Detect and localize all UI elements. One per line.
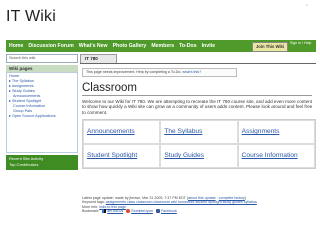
delicious-icon[interactable] xyxy=(102,209,107,214)
sidebar-item-open-source[interactable]: ▸ Open Source Applications xyxy=(7,114,77,119)
nav-to-dos[interactable]: To-Dos xyxy=(179,43,196,49)
site-title: IT Wiki xyxy=(6,8,56,25)
update-close: ) xyxy=(244,196,247,200)
link-grid: Announcements The Syllabus Assignments S… xyxy=(82,119,316,170)
about-update-link[interactable]: about this update xyxy=(188,196,216,200)
facebook-icon[interactable] xyxy=(155,209,160,214)
bookmark-facebook[interactable]: Facebook xyxy=(161,209,177,213)
sidebar-bottom: Recent Site Activity Top Contributors xyxy=(6,155,78,170)
grid-cell: Assignments xyxy=(237,120,315,145)
top-nav: Home Discussion Forum What's New Photo G… xyxy=(6,40,316,52)
grid-cell: Student Spotlight xyxy=(83,144,161,169)
bookmark-label: Bookmark: xyxy=(82,209,100,214)
search-input[interactable]: Search this wiki xyxy=(6,54,78,63)
grid-cell: Study Guides xyxy=(160,144,238,169)
nav-discussion-forum[interactable]: Discussion Forum xyxy=(28,43,73,49)
tab-it-780[interactable]: IT 780 xyxy=(80,54,117,63)
nav-whats-new[interactable]: What's New xyxy=(79,43,108,49)
sidebar-links: Home ▸ The Syllabus ▸ Assignments ▸ Stud… xyxy=(6,72,78,153)
grid-cell: Course Information xyxy=(237,144,315,169)
complete-history-link[interactable]: complete history xyxy=(219,196,245,200)
keyword-tags[interactable]: assignments class classroom classroom wi… xyxy=(106,200,257,204)
grid-cell: Announcements xyxy=(83,120,161,145)
links-to-page-link[interactable]: links to this page xyxy=(99,205,126,209)
student-spotlight-link[interactable]: Student Spotlight xyxy=(87,152,137,159)
intro-text: Welcome to our Wiki for IT 780. We are a… xyxy=(82,98,313,115)
stumbleupon-icon[interactable] xyxy=(126,209,131,214)
bookmark-delicious[interactable]: del.icio.us xyxy=(107,209,123,213)
improvement-notice: This page needs improvement. Help by com… xyxy=(82,68,237,77)
sidebar-header: Wiki pages xyxy=(6,65,78,72)
nav-members[interactable]: Members xyxy=(151,43,174,49)
nav-invite[interactable]: Invite xyxy=(202,43,216,49)
sidebar: Search this wiki Wiki pages Home ▸ The S… xyxy=(6,54,78,222)
course-information-link[interactable]: Course Information xyxy=(242,152,298,159)
sign-in-link[interactable]: Sign in / Help xyxy=(290,41,311,45)
page-number: 2 xyxy=(306,3,308,7)
bookmark-stumbleupon[interactable]: StumbleUpon xyxy=(131,209,153,213)
page-tabbar: IT 780 xyxy=(80,54,316,64)
join-wiki-button[interactable]: Join This Wiki xyxy=(252,41,288,52)
top-contributors-link[interactable]: Top Contributors xyxy=(6,162,78,168)
assignments-link[interactable]: Assignments xyxy=(242,128,280,135)
page-footer: Latest page update: made by jbrown, Mar … xyxy=(80,196,314,214)
title-divider xyxy=(82,95,312,96)
notice-whats-this-link[interactable]: what's this? xyxy=(182,70,201,74)
syllabus-link[interactable]: The Syllabus xyxy=(164,128,202,135)
nav-photo-gallery[interactable]: Photo Gallery xyxy=(113,43,147,49)
nav-home[interactable]: Home xyxy=(9,43,23,49)
update-text: Latest page update: made by jbrown, Mar … xyxy=(82,196,189,200)
study-guides-link[interactable]: Study Guides xyxy=(164,152,204,159)
bookmark-line: Bookmark: del.icio.us StumbleUpon Facebo… xyxy=(82,209,314,214)
page-title: Classroom xyxy=(82,82,137,94)
more-info-label: More Info: xyxy=(82,204,100,209)
grid-cell: The Syllabus xyxy=(160,120,238,145)
notice-text: This page needs improvement. Help by com… xyxy=(86,70,183,74)
tags-label: Keyword tags: xyxy=(82,200,106,205)
announcements-link[interactable]: Announcements xyxy=(87,128,135,135)
